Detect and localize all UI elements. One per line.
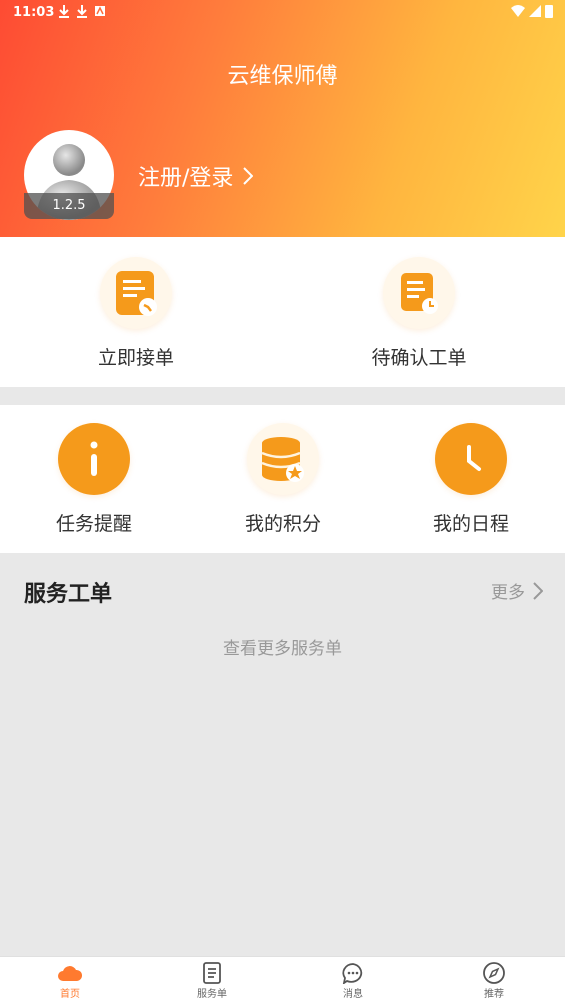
quick-actions-panel: 立即接单 待确认工单 [0, 237, 565, 387]
tab-recommend[interactable]: 推荐 [454, 961, 534, 1000]
clock-icon [467, 445, 481, 471]
service-orders-title: 服务工单 [24, 582, 113, 607]
compass-icon [483, 962, 505, 984]
accept-order-label: 立即接单 [97, 347, 174, 369]
bottom-tab-bar: 首页 服务单 消息 推荐 [0, 956, 565, 1005]
task-reminder-button[interactable]: 任务提醒 [44, 423, 144, 536]
profile-header: 11:03 云维保师傅 1.2.5 注册/登录 [0, 0, 565, 237]
battery-icon [545, 5, 553, 18]
chevron-right-icon [533, 581, 543, 600]
login-link[interactable]: 注册/登录 [138, 160, 254, 192]
tab-messages-label: 消息 [343, 989, 363, 1000]
points-icon [261, 437, 304, 482]
my-schedule-button[interactable]: 我的日程 [421, 423, 521, 536]
task-reminder-label: 任务提醒 [55, 513, 132, 535]
home-cloud-icon [58, 966, 83, 981]
version-badge: 1.2.5 [24, 193, 114, 219]
status-bar: 11:03 [0, 0, 565, 26]
app-title: 云维保师傅 [227, 64, 338, 89]
pending-order-label: 待确认工单 [371, 347, 467, 369]
pending-order-icon [401, 273, 438, 314]
tab-home[interactable]: 首页 [30, 961, 110, 1000]
login-label: 注册/登录 [138, 166, 234, 191]
document-icon [203, 962, 221, 984]
view-more-orders[interactable]: 查看更多服务单 [0, 634, 565, 659]
tab-recommend-label: 推荐 [484, 989, 504, 1000]
more-link[interactable]: 更多 [491, 578, 543, 603]
tab-service-orders[interactable]: 服务单 [172, 961, 252, 1000]
chat-icon [342, 963, 363, 984]
download-icon [59, 5, 69, 18]
my-points-button[interactable]: 我的积分 [233, 423, 333, 536]
more-label: 更多 [491, 583, 525, 603]
tab-messages[interactable]: 消息 [313, 961, 393, 1000]
signal-icon [529, 5, 541, 17]
system-icons [511, 4, 553, 18]
my-points-label: 我的积分 [244, 513, 321, 535]
status-time: 11:03 [13, 5, 55, 20]
notification-icons [58, 4, 106, 18]
pending-order-button[interactable]: 待确认工单 [364, 257, 474, 370]
info-icon [90, 441, 98, 476]
accept-order-icon [116, 271, 157, 316]
wifi-icon [511, 5, 525, 17]
app-notification-icon [95, 6, 105, 16]
features-panel: 任务提醒 我的积分 我的日程 [0, 405, 565, 553]
tab-home-label: 首页 [60, 989, 80, 1000]
accept-order-button[interactable]: 立即接单 [86, 257, 186, 370]
tab-service-orders-label: 服务单 [197, 989, 227, 1000]
chevron-right-icon [243, 167, 254, 185]
my-schedule-label: 我的日程 [432, 513, 509, 535]
download-icon [77, 5, 87, 18]
